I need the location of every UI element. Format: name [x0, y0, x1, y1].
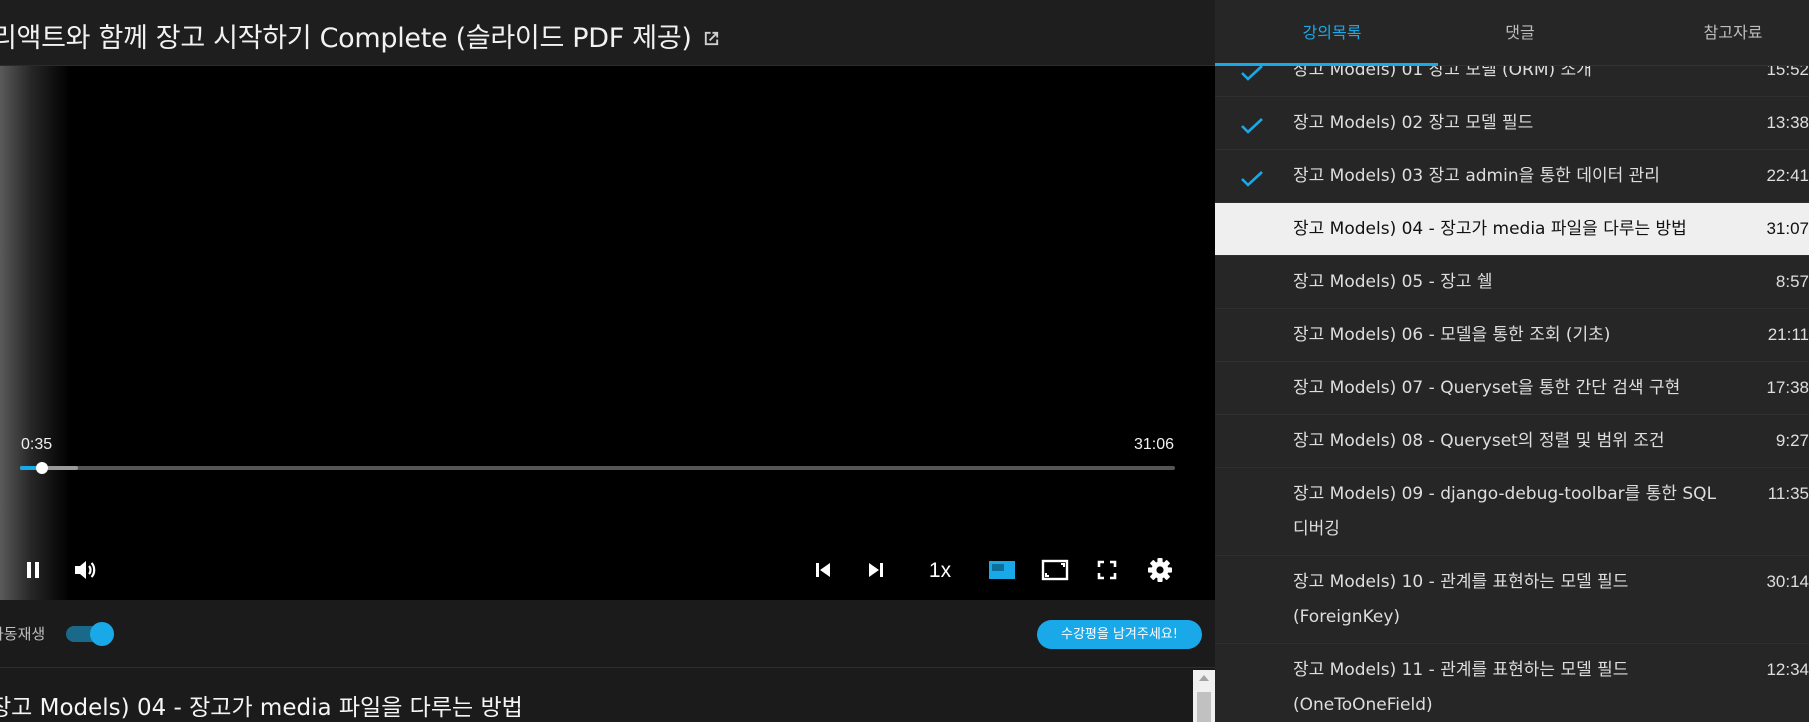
lecture-item[interactable]: 장고 Models) 08 - Queryset의 정렬 및 범위 조건 9:27: [1215, 415, 1809, 468]
theater-mode-button[interactable]: [984, 552, 1020, 588]
progress-bar[interactable]: [20, 462, 1175, 474]
sidebar-tabs: 강의목록 댓글 참고자료: [1215, 0, 1809, 66]
lecture-title: 장고 Models) 09 - django-debug-toolbar를 통한…: [1293, 484, 1717, 539]
lecture-duration: 9:27: [1775, 431, 1809, 450]
lecture-title: 장고 Models) 03 장고 admin을 통한 데이터 관리: [1293, 166, 1660, 186]
lecture-item[interactable]: 장고 Models) 10 - 관계를 표현하는 모델 필드 (ForeignK…: [1215, 556, 1809, 644]
lecture-duration: 17:38: [1766, 378, 1809, 397]
lecture-duration: 8:57: [1775, 272, 1809, 291]
lecture-title: 장고 Models) 08 - Queryset의 정렬 및 범위 조건: [1293, 431, 1665, 451]
pause-icon: [27, 562, 39, 578]
pause-button[interactable]: [15, 552, 51, 588]
completed-check-icon: [1241, 117, 1263, 134]
lecture-duration: 30:14: [1766, 572, 1809, 591]
volume-icon: [75, 561, 96, 579]
completed-check-icon: [1241, 170, 1263, 187]
fullscreen-button[interactable]: [1089, 552, 1125, 588]
lecture-duration: 22:41: [1766, 166, 1809, 185]
autoplay-toggle[interactable]: [66, 622, 114, 646]
current-time: 0:35: [21, 436, 53, 453]
lecture-title: 장고 Models) 04 - 장고가 media 파일을 다루는 방법: [1293, 219, 1687, 239]
lecture-title: 장고 Models) 10 - 관계를 표현하는 모델 필드 (ForeignK…: [1293, 572, 1629, 627]
lecture-duration: 21:11: [1767, 325, 1809, 344]
next-icon: [869, 563, 883, 577]
lecture-item[interactable]: 장고 Models) 02 장고 모델 필드 13:38: [1215, 97, 1809, 150]
autoplay-row: 자동재생: [0, 600, 1215, 668]
player-column: 리액트와 함께 장고 시작하기 Complete (슬라이드 PDF 제공) 0…: [0, 0, 1215, 722]
lesson-scrollbar[interactable]: [1193, 670, 1215, 722]
lecture-duration: 31:07: [1766, 219, 1809, 238]
autoplay-toggle-knob: [90, 622, 114, 646]
course-title-text[interactable]: 리액트와 함께 장고 시작하기 Complete (슬라이드 PDF 제공): [0, 23, 692, 54]
lecture-item[interactable]: 장고 Models) 11 - 관계를 표현하는 모델 필드 (OneToOne…: [1215, 644, 1809, 722]
lecture-duration: 13:38: [1766, 113, 1809, 132]
lecture-title: 장고 Models) 06 - 모델을 통한 조회 (기초): [1293, 325, 1611, 345]
lecture-item[interactable]: 장고 Models) 03 장고 admin을 통한 데이터 관리 22:41: [1215, 150, 1809, 203]
lecture-title: 장고 Models) 02 장고 모델 필드: [1293, 113, 1534, 133]
lecture-item[interactable]: 장고 Models) 04 - 장고가 media 파일을 다루는 방법 31:0…: [1215, 203, 1809, 256]
external-link-icon[interactable]: [702, 29, 721, 48]
previous-icon: [816, 563, 830, 577]
lecture-duration: 12:34: [1766, 660, 1809, 679]
lecture-duration: 11:35: [1767, 484, 1809, 503]
picture-in-picture-button[interactable]: [1037, 552, 1073, 588]
course-title-bar: 리액트와 함께 장고 시작하기 Complete (슬라이드 PDF 제공): [0, 0, 1215, 66]
playback-speed-button[interactable]: 1x: [918, 556, 962, 586]
progress-thumb[interactable]: [35, 462, 48, 474]
video-player[interactable]: [0, 66, 1215, 600]
total-time: 31:06: [1133, 436, 1174, 453]
theater-mode-icon: [989, 561, 1015, 579]
settings-icon: [1148, 558, 1172, 582]
lecture-list: 장고 Models) 01 장고 모델 (ORM) 소개 15:52 장고 Mode…: [1215, 44, 1809, 722]
tab-comments[interactable]: 댓글: [1470, 0, 1570, 66]
leave-review-button[interactable]: 수강평을 남겨주세요!: [1037, 620, 1202, 649]
lecture-item[interactable]: 장고 Models) 09 - django-debug-toolbar를 통한…: [1215, 468, 1809, 556]
lecture-item[interactable]: 장고 Models) 07 - Queryset을 통한 간단 검색 구현 17:…: [1215, 362, 1809, 415]
tab-curriculum[interactable]: 강의목록: [1273, 0, 1391, 66]
lesson-title: 장고 Models) 04 - 장고가 media 파일을 다루는 방법: [0, 695, 523, 721]
curriculum-sidebar: 장고 Models) 01 장고 모델 (ORM) 소개 15:52 장고 Mode…: [1215, 0, 1809, 722]
volume-button[interactable]: [67, 552, 103, 588]
previous-button[interactable]: [805, 552, 841, 588]
fullscreen-icon: [1097, 560, 1117, 580]
picture-in-picture-icon: [1041, 559, 1069, 581]
autoplay-label: 자동재생: [0, 625, 46, 643]
lecture-title: 장고 Models) 11 - 관계를 표현하는 모델 필드 (OneToOne…: [1293, 660, 1629, 715]
scrollbar-thumb[interactable]: [1197, 692, 1211, 722]
lesson-info-pane: 장고 Models) 04 - 장고가 media 파일을 다루는 방법: [0, 668, 1215, 722]
lecture-title: 장고 Models) 05 - 장고 쉘: [1293, 272, 1493, 292]
course-title[interactable]: 리액트와 함께 장고 시작하기 Complete (슬라이드 PDF 제공): [0, 16, 721, 55]
lecture-item[interactable]: 장고 Models) 06 - 모델을 통한 조회 (기초) 21:11: [1215, 309, 1809, 362]
video-edge-shade: [0, 66, 70, 600]
settings-button[interactable]: [1142, 552, 1178, 588]
next-button[interactable]: [858, 552, 894, 588]
lecture-item[interactable]: 장고 Models) 05 - 장고 쉘 8:57: [1215, 256, 1809, 309]
scroll-up-arrow-icon[interactable]: [1199, 675, 1209, 681]
lecture-title: 장고 Models) 07 - Queryset을 통한 간단 검색 구현: [1293, 378, 1681, 398]
tab-references[interactable]: 참고자료: [1668, 0, 1798, 66]
active-tab-underline: [1215, 63, 1438, 66]
